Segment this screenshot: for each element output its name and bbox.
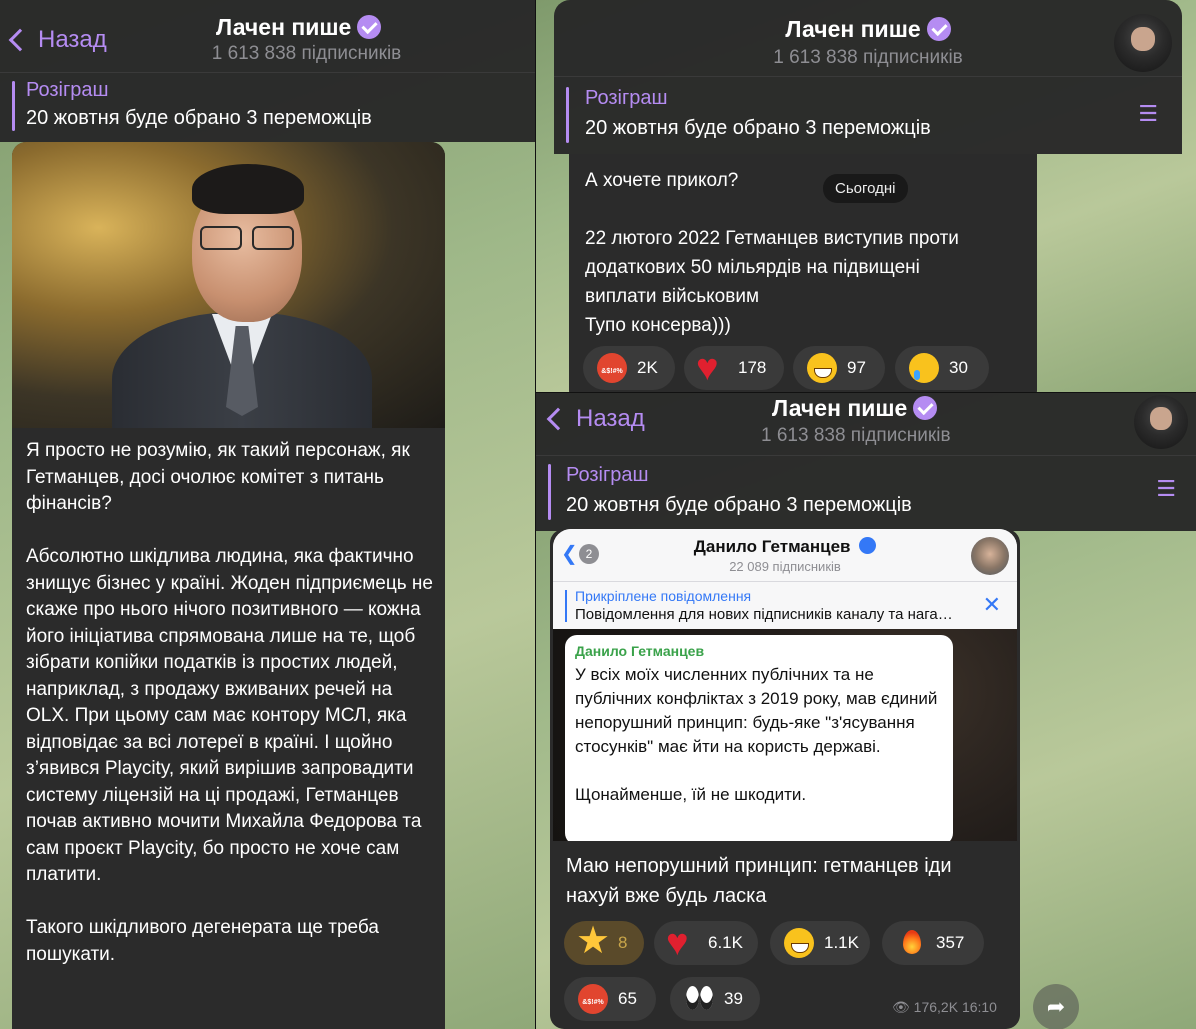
- message-bubble[interactable]: ❮ 2 Данило Гетманцев 22 089 підписників …: [550, 529, 1020, 1029]
- red-heart-emoji-icon: [666, 922, 698, 965]
- angry-swearing-emoji-icon: [578, 984, 608, 1014]
- embedded-screenshot[interactable]: ❮ 2 Данило Гетманцев 22 089 підписників …: [553, 529, 1017, 841]
- verified-badge-icon: [859, 537, 877, 554]
- date-badge: Сьогодні: [823, 174, 908, 203]
- back-button[interactable]: Назад: [546, 405, 645, 433]
- reaction-count: 357: [936, 933, 965, 952]
- embedded-channel-name: Данило Гетманцев: [553, 537, 1017, 557]
- subscriber-count: 1 613 838 підписників: [773, 47, 963, 68]
- reaction-chip[interactable]: 1.1K: [770, 921, 870, 965]
- pinned-indicator: [12, 81, 15, 131]
- angry-swearing-emoji-icon: [597, 353, 627, 383]
- pinned-heading: Розіграш: [26, 79, 109, 101]
- reaction-count: 39: [724, 989, 743, 1008]
- reaction-chip[interactable]: 65: [564, 977, 656, 1021]
- verified-badge-icon: [913, 396, 938, 420]
- embedded-author: Данило Гетманцев: [575, 643, 705, 659]
- photo-glasses-left: [200, 226, 242, 250]
- channel-title[interactable]: Лачен пише: [554, 16, 1182, 43]
- view-count: 176,2K: [913, 999, 959, 1015]
- chevron-left-icon: [546, 407, 570, 431]
- embedded-pinned-indicator: [565, 590, 567, 622]
- bottom-right-screenshot-panel: Назад Лачен пише 1 613 838 підписників Р…: [536, 393, 1196, 1029]
- pinned-text: 20 жовтня буде обрано 3 переможців: [26, 107, 372, 129]
- reaction-chip[interactable]: 30: [895, 346, 989, 390]
- left-screenshot-panel: Назад Лачен пише 1 613 838 підписників Р…: [0, 0, 535, 1029]
- pinned-text: 20 жовтня буде обрано 3 переможців: [566, 494, 912, 516]
- pinned-message-bar[interactable]: Розіграш 20 жовтня буде обрано 3 перемож…: [0, 72, 535, 142]
- grinning-emoji-icon: [784, 928, 814, 958]
- subscriber-count: 1 613 838 підписників: [761, 425, 951, 446]
- message-text: А хочете прикол? 22 лютого 2022 Гетманце…: [585, 170, 959, 336]
- channel-avatar[interactable]: [1114, 14, 1172, 72]
- embedded-avatar: [971, 537, 1009, 575]
- channel-title[interactable]: Лачен пише: [772, 395, 1196, 422]
- pinned-heading: Розіграш: [585, 87, 668, 109]
- chevron-left-icon: [8, 28, 32, 52]
- channel-avatar[interactable]: [1134, 395, 1188, 449]
- top-right-screenshot-panel: Лачен пише 1 613 838 підписників Розігра…: [536, 0, 1196, 392]
- subscriber-count: 1 613 838 підписників: [211, 43, 402, 64]
- photo-hair: [192, 164, 304, 214]
- embedded-pinned-heading: Прикріплене повідомлення: [575, 588, 752, 604]
- pinned-message-bar[interactable]: Розіграш 20 жовтня буде обрано 3 перемож…: [554, 76, 1182, 154]
- back-label: Назад: [576, 405, 645, 432]
- embedded-header: ❮ 2 Данило Гетманцев 22 089 підписників: [553, 529, 1017, 581]
- reaction-count: 97: [847, 358, 866, 377]
- chat-header: Назад Лачен пише 1 613 838 підписників Р…: [536, 393, 1196, 531]
- embedded-message: Данило Гетманцев У всіх моїх численних п…: [565, 635, 953, 841]
- pinned-message-bar[interactable]: Розіграш 20 жовтня буде обрано 3 перемож…: [536, 455, 1196, 531]
- reaction-count: 30: [949, 358, 968, 377]
- verified-badge-icon: [357, 15, 382, 39]
- message-bubble[interactable]: А хочете прикол? 22 лютого 2022 Гетманце…: [569, 154, 1037, 392]
- embedded-pinned-bar: Прикріплене повідомлення Повідомлення дл…: [553, 581, 1017, 629]
- pinned-indicator: [566, 87, 569, 143]
- pinned-heading: Розіграш: [566, 464, 649, 486]
- reaction-chip[interactable]: 8: [564, 918, 644, 965]
- pinned-text: 20 жовтня буде обрано 3 переможців: [585, 117, 931, 139]
- verified-badge-icon: [926, 17, 951, 41]
- message-time: 16:10: [961, 999, 997, 1015]
- chat-header: Назад Лачен пише 1 613 838 підписників Р…: [0, 0, 535, 142]
- eyes-emoji-icon: [684, 984, 714, 1014]
- reaction-chip[interactable]: 97: [793, 346, 885, 390]
- close-icon: ✕: [982, 592, 1001, 617]
- reaction-chip[interactable]: 39: [670, 977, 760, 1021]
- eye-icon: 👁: [892, 999, 910, 1015]
- message-meta: 👁 176,2K 16:10: [892, 999, 997, 1016]
- channel-name: Лачен пише: [772, 395, 908, 421]
- star-struck-emoji-icon: [576, 918, 610, 963]
- embedded-channel-name-text: Данило Гетманцев: [693, 537, 851, 556]
- fire-emoji-icon: [896, 928, 926, 958]
- reaction-chip[interactable]: 6.1K: [654, 921, 758, 965]
- grinning-emoji-icon: [807, 353, 837, 383]
- reaction-chip[interactable]: 178: [684, 346, 784, 390]
- channel-name: Лачен пише: [216, 14, 352, 40]
- reaction-count: 6.1K: [708, 933, 743, 952]
- reaction-count: 8: [618, 933, 628, 952]
- message-text: Я просто не розумію, як такий персонаж, …: [26, 440, 433, 965]
- reaction-count: 1.1K: [824, 933, 859, 952]
- message-text: Маю непорушний принцип: гетманцев іди на…: [566, 855, 952, 907]
- channel-name: Лачен пише: [785, 16, 921, 42]
- embedded-pinned-text: Повідомлення для нових підписників канал…: [575, 606, 953, 623]
- reaction-chip[interactable]: 2K: [583, 346, 675, 390]
- reaction-count: 178: [738, 358, 767, 377]
- pinned-list-icon[interactable]: ☰: [1156, 476, 1176, 502]
- channel-title[interactable]: Лачен пише: [140, 14, 535, 41]
- reaction-count: 65: [618, 989, 637, 1008]
- crying-emoji-icon: [909, 353, 939, 383]
- forward-button[interactable]: ➦: [1033, 984, 1079, 1029]
- message-bubble[interactable]: Я просто не розумію, як такий персонаж, …: [12, 142, 445, 1029]
- reaction-chip[interactable]: 357: [882, 921, 984, 965]
- message-photo[interactable]: [12, 142, 445, 428]
- photo-glasses-right: [252, 226, 294, 250]
- red-heart-emoji-icon: [696, 347, 728, 390]
- embedded-subscriber-count: 22 089 підписників: [729, 559, 841, 574]
- pinned-indicator: [548, 464, 551, 520]
- pinned-list-icon[interactable]: ☰: [1138, 101, 1158, 127]
- chat-header: Лачен пише 1 613 838 підписників Розігра…: [554, 0, 1182, 154]
- reaction-count: 2K: [637, 358, 658, 377]
- embedded-message-text: У всіх моїх численних публічних та не пу…: [575, 665, 938, 804]
